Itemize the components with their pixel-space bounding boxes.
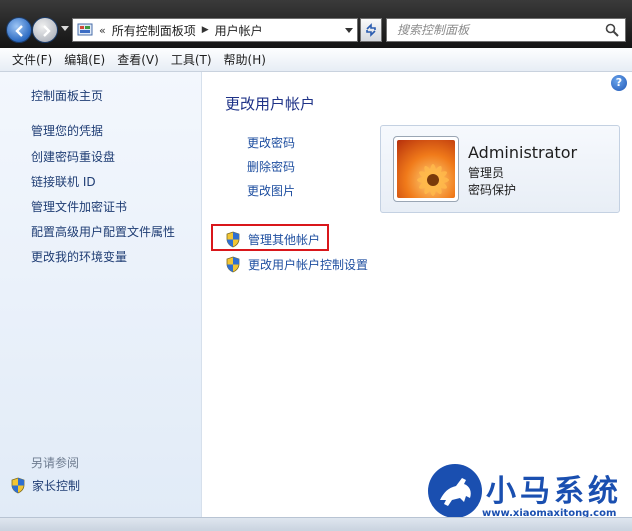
search-icon[interactable] [605,23,619,40]
change-environment-variables-link[interactable]: 更改我的环境变量 [31,248,127,265]
manage-credentials-link[interactable]: 管理您的凭据 [31,122,103,139]
uac-shield-icon [11,477,25,494]
menu-edit[interactable]: 编辑(E) [58,49,111,71]
window-bottom-edge [0,517,632,531]
left-navigation-pane: 控制面板主页 管理您的凭据 创建密码重设盘 链接联机 ID 管理文件加密证书 配… [0,72,202,517]
manage-other-accounts-label: 管理其他帐户 [248,233,321,247]
parental-controls-label: 家长控制 [32,479,81,493]
arrow-left-icon [15,25,23,37]
refresh-button[interactable] [360,18,382,42]
main-content-pane: ? 更改用户帐户 更改密码 删除密码 更改图片 管理其他帐户 更改用户帐户控制设… [203,72,632,517]
see-also-heading: 另请参阅 [31,456,80,470]
account-card: Administrator 管理员 密码保护 [380,125,620,213]
back-button[interactable] [6,17,32,43]
parental-controls-link[interactable]: 家长控制 [10,477,80,494]
remove-password-link[interactable]: 删除密码 [247,158,295,175]
watermark-title: 小马系统 [486,474,622,509]
change-password-link[interactable]: 更改密码 [247,134,295,151]
link-online-id-link[interactable]: 链接联机 ID [31,173,96,190]
change-picture-link[interactable]: 更改图片 [247,182,295,199]
search-input[interactable] [397,23,597,37]
account-password-status: 密码保护 [468,183,517,197]
address-dropdown-icon[interactable] [345,28,353,33]
avatar[interactable] [393,136,459,202]
site-watermark: 小马系统 www.xiaomaxitong.com [424,460,632,524]
recent-pages-dropdown[interactable] [61,26,69,31]
search-box[interactable] [386,18,626,42]
breadcrumb-user-accounts[interactable]: 用户帐户 [215,22,263,39]
page-title: 更改用户帐户 [225,95,316,113]
forward-button[interactable] [32,17,58,43]
arrow-right-icon [43,25,51,37]
account-name: Administrator [468,143,578,162]
uac-settings-label: 更改用户帐户控制设置 [248,258,369,272]
menu-help[interactable]: 帮助(H) [218,49,272,71]
help-icon[interactable]: ? [611,75,627,91]
advanced-profile-properties-link[interactable]: 配置高级用户配置文件属性 [31,223,175,240]
manage-other-accounts-link[interactable]: 管理其他帐户 [225,231,320,248]
breadcrumb-arrow-icon[interactable]: ▶ [202,25,209,35]
create-reset-disk-link[interactable]: 创建密码重设盘 [31,148,115,165]
horse-logo-icon [428,464,482,518]
menu-tools[interactable]: 工具(T) [165,49,218,71]
menu-view[interactable]: 查看(V) [111,49,165,71]
control-panel-icon [77,22,95,38]
manage-encryption-certs-link[interactable]: 管理文件加密证书 [31,198,127,215]
refresh-icon [366,23,376,37]
menu-file[interactable]: 文件(F) [6,49,58,71]
address-bar[interactable]: « 所有控制面板项 ▶ 用户帐户 [72,18,358,42]
menu-bar: 文件(F) 编辑(E) 查看(V) 工具(T) 帮助(H) [0,48,632,72]
control-panel-home-link[interactable]: 控制面板主页 [31,87,103,104]
address-toolbar: « 所有控制面板项 ▶ 用户帐户 [0,0,632,48]
account-role: 管理员 [468,166,505,180]
breadcrumb-overflow-icon[interactable]: « [99,24,106,37]
uac-shield-icon [226,256,240,273]
uac-settings-link[interactable]: 更改用户帐户控制设置 [225,256,368,273]
uac-shield-icon [226,231,240,248]
flower-avatar-icon [397,140,455,198]
breadcrumb-all-items[interactable]: 所有控制面板项 [112,22,196,39]
